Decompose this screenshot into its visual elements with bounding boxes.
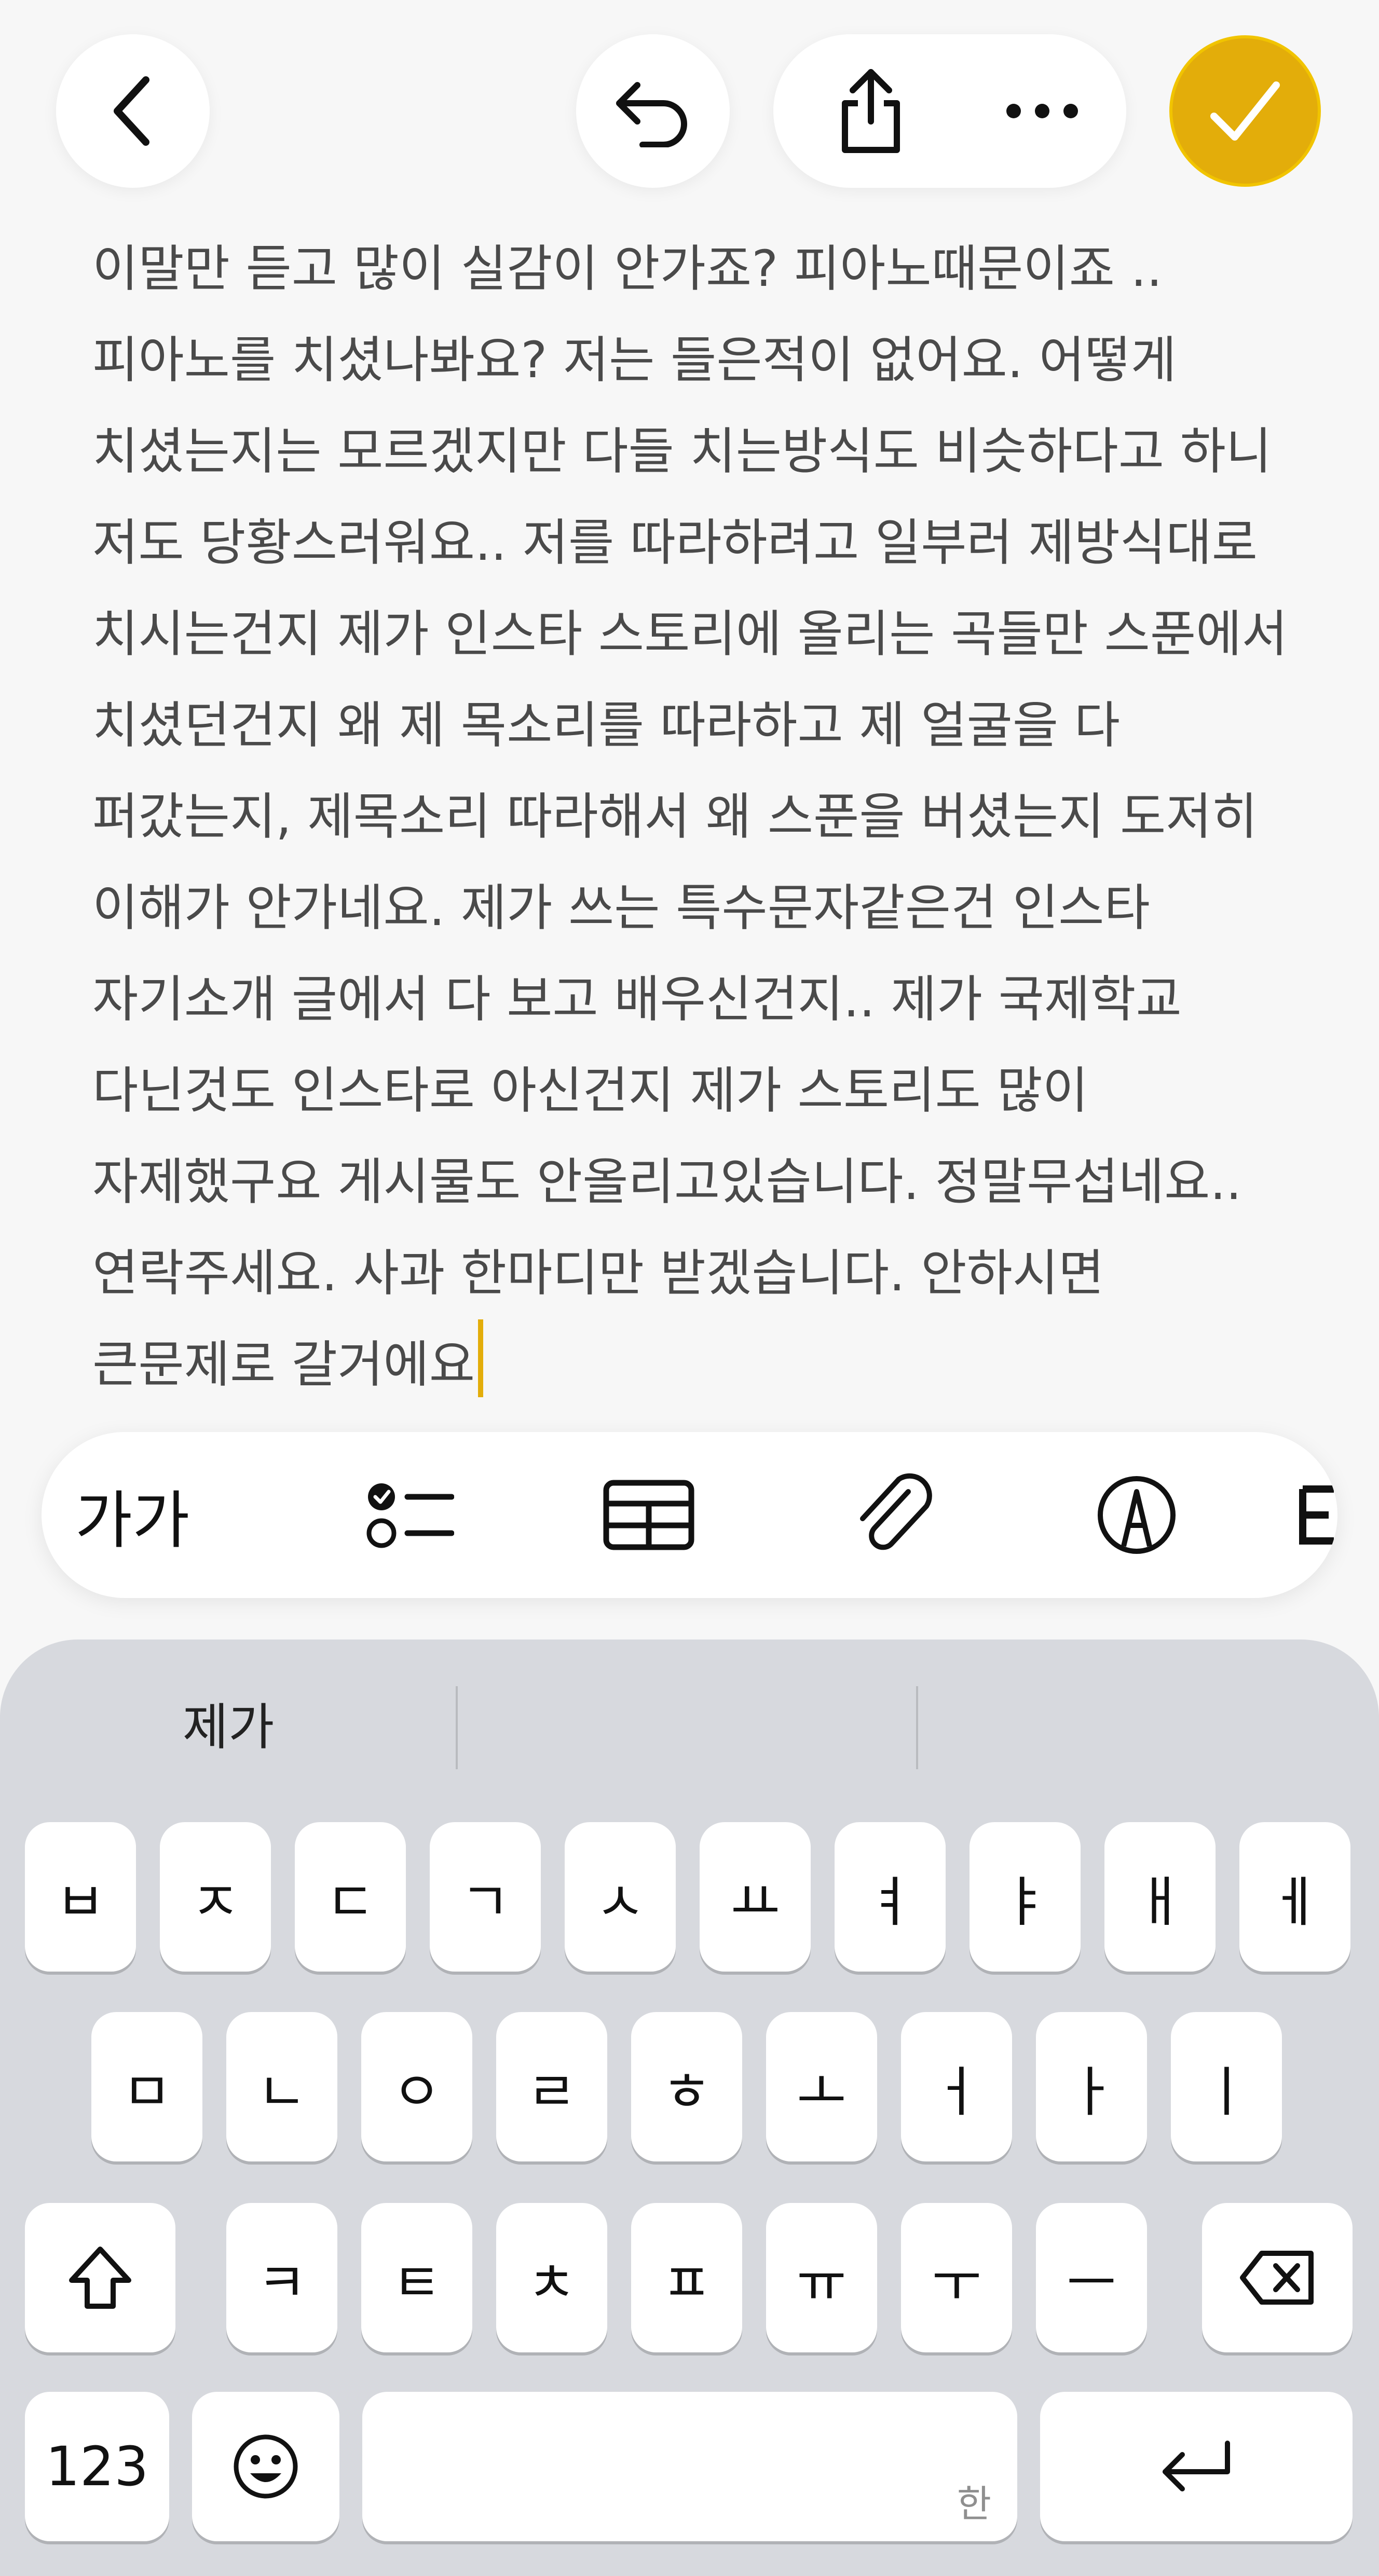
undo-icon	[616, 82, 687, 147]
key-yeo[interactable]: ㅕ	[835, 1822, 946, 1972]
return-icon	[1163, 2441, 1230, 2491]
key-siot[interactable]: ㅅ	[565, 1822, 676, 1972]
note-text-editor[interactable]: 이말만 듣고 많이 실감이 안가죠? 피아노때문이죠 .. 피아노를 치셨나봐요…	[92, 223, 1296, 1410]
korean-keyboard: 제가 ㅂ ㅈ ㄷ ㄱ ㅅ ㅛ ㅕ ㅑ ㅐ ㅔ ㅁ ㄴ ㅇ ㄹ ㅎ ㅗ ㅓ ㅏ ㅣ…	[0, 1640, 1379, 2576]
key-eu[interactable]: ㅡ	[1036, 2203, 1147, 2352]
paperclip-icon	[860, 1473, 932, 1550]
formatting-toolbar: 가가	[42, 1432, 1337, 1598]
delete-key[interactable]	[1202, 2203, 1353, 2352]
suggestion-bar: 제가	[0, 1640, 1379, 1811]
key-rieul[interactable]: ㄹ	[496, 2012, 607, 2161]
markup-button[interactable]	[1059, 1432, 1214, 1598]
suggestion-2[interactable]	[467, 1671, 908, 1774]
note-text: 이말만 듣고 많이 실감이 안가죠? 피아노때문이죠 .. 피아노를 치셨나봐요…	[92, 240, 1288, 1394]
key-ae[interactable]: ㅐ	[1104, 1822, 1216, 1972]
table-button[interactable]	[571, 1432, 727, 1598]
suggestion-1[interactable]: 제가	[42, 1671, 415, 1774]
key-u[interactable]: ㅜ	[901, 2203, 1012, 2352]
key-a[interactable]: ㅏ	[1036, 2012, 1147, 2161]
table-icon	[603, 1480, 694, 1550]
emoji-icon	[234, 2434, 298, 2499]
undo-button[interactable]	[576, 34, 730, 188]
key-yu[interactable]: ㅠ	[766, 2203, 877, 2352]
input-mode-hint: 한	[957, 2482, 991, 2526]
done-button[interactable]	[1169, 35, 1321, 187]
checklist-icon	[366, 1483, 454, 1548]
key-kieuk[interactable]: ㅋ	[226, 2203, 337, 2352]
chevron-left-icon	[114, 76, 149, 146]
text-caret	[478, 1319, 484, 1397]
share-button[interactable]	[794, 34, 948, 188]
key-chieut[interactable]: ㅊ	[496, 2203, 607, 2352]
key-nieun[interactable]: ㄴ	[226, 2012, 337, 2161]
back-button[interactable]	[56, 34, 210, 188]
writing-tools-icon	[1299, 1485, 1334, 1545]
markup-pen-icon	[1098, 1476, 1176, 1554]
checkmark-icon	[1210, 81, 1280, 141]
more-button[interactable]	[965, 34, 1119, 188]
key-jieut[interactable]: ㅈ	[160, 1822, 271, 1972]
key-bieup[interactable]: ㅂ	[25, 1822, 136, 1972]
key-yo[interactable]: ㅛ	[700, 1822, 811, 1972]
key-i[interactable]: ㅣ	[1171, 2012, 1282, 2161]
key-digeut[interactable]: ㄷ	[295, 1822, 406, 1972]
checklist-button[interactable]	[332, 1432, 488, 1598]
key-giyeok[interactable]: ㄱ	[430, 1822, 541, 1972]
key-e[interactable]: ㅔ	[1239, 1822, 1350, 1972]
numbers-key[interactable]: 123	[25, 2392, 169, 2541]
suggestion-divider	[916, 1686, 918, 1769]
ellipsis-icon	[1006, 104, 1078, 118]
text-format-label: 가가	[75, 1485, 190, 1557]
shift-icon	[69, 2247, 131, 2309]
emoji-key[interactable]	[192, 2392, 339, 2541]
key-hieut[interactable]: ㅎ	[631, 2012, 742, 2161]
key-tieut[interactable]: ㅌ	[361, 2203, 472, 2352]
writing-tools-button[interactable]	[1298, 1432, 1337, 1598]
key-ieung[interactable]: ㅇ	[361, 2012, 472, 2161]
shift-key[interactable]	[25, 2203, 175, 2352]
key-mieum[interactable]: ㅁ	[91, 2012, 202, 2161]
text-format-button[interactable]: 가가	[73, 1432, 192, 1598]
key-o[interactable]: ㅗ	[766, 2012, 877, 2161]
share-icon	[842, 69, 900, 153]
attachment-button[interactable]	[815, 1432, 971, 1598]
return-key[interactable]	[1040, 2392, 1353, 2541]
share-more-group	[773, 34, 1126, 188]
key-eo[interactable]: ㅓ	[901, 2012, 1012, 2161]
backspace-icon	[1240, 2251, 1314, 2305]
space-key[interactable]: 한	[362, 2392, 1017, 2541]
suggestion-divider	[456, 1686, 458, 1769]
key-ya[interactable]: ㅑ	[970, 1822, 1081, 1972]
key-pieup[interactable]: ㅍ	[631, 2203, 742, 2352]
suggestion-3[interactable]	[929, 1671, 1344, 1774]
